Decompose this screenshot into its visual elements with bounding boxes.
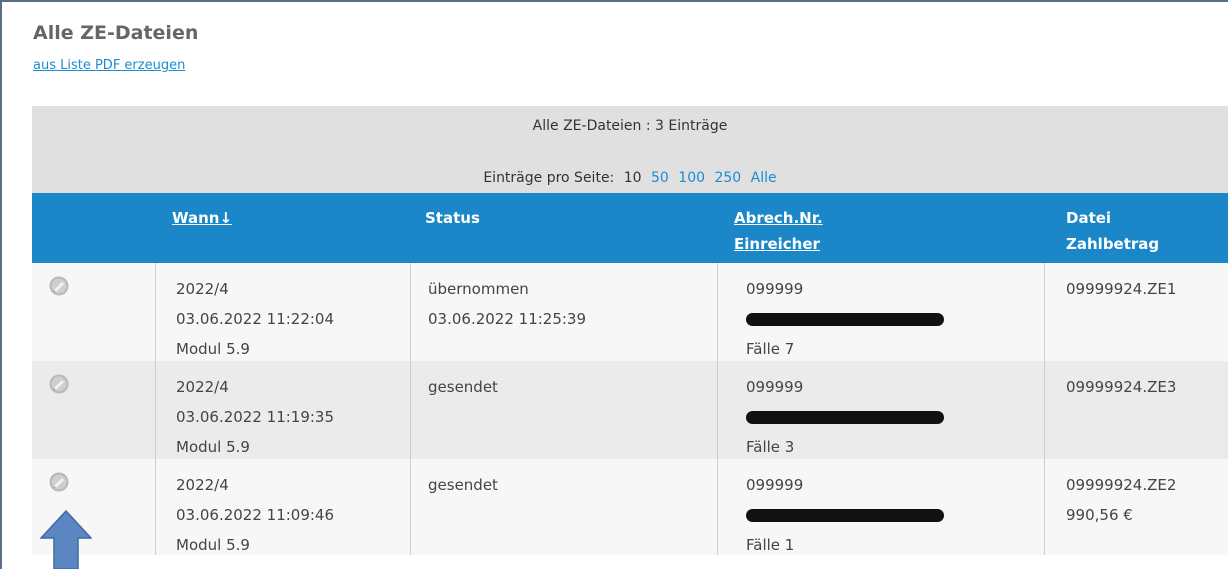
table-row: 2022/4 03.06.2022 11:19:35 Modul 5.9 ges…: [32, 361, 1228, 459]
cases-text: Fälle 7: [746, 340, 795, 358]
sort-einreicher-link[interactable]: Einreicher: [734, 235, 820, 253]
column-header-abrech: Abrech.Nr. Einreicher: [734, 205, 823, 257]
cell-status: gesendet: [428, 372, 498, 402]
window-left-border: [0, 0, 2, 569]
status-datetime: 03.06.2022 11:25:39: [428, 310, 587, 328]
status-text: gesendet: [428, 378, 498, 396]
list-summary-panel: Alle ZE-Dateien : 3 Einträge Einträge pr…: [32, 106, 1228, 193]
create-pdf-link[interactable]: aus Liste PDF erzeugen: [33, 58, 185, 73]
up-arrow-icon: [40, 510, 92, 569]
status-text: übernommen: [428, 280, 529, 298]
column-header-datei-label: Datei: [1066, 209, 1112, 227]
column-header-status: Status: [425, 209, 480, 227]
per-page-option-10: 10: [623, 170, 642, 186]
sort-wann-link[interactable]: Wann↓: [172, 209, 232, 227]
cell-datei: 09999924.ZE3: [1066, 372, 1176, 402]
cell-abrech: 099999 Fälle 3: [746, 372, 944, 462]
list-summary-title: Alle ZE-Dateien : 3 Einträge: [532, 118, 728, 134]
redacted-einreicher: [746, 411, 944, 424]
edit-pencil-disabled-icon[interactable]: [49, 472, 69, 492]
period-text: 2022/4: [176, 280, 229, 298]
edit-pencil-disabled-icon[interactable]: [49, 374, 69, 394]
cell-wann: 2022/4 03.06.2022 11:19:35 Modul 5.9: [176, 372, 334, 462]
page-title: Alle ZE-Dateien: [33, 22, 199, 44]
table-row: 2022/4 03.06.2022 11:22:04 Modul 5.9 übe…: [32, 263, 1228, 361]
per-page-option-all[interactable]: Alle: [751, 170, 777, 186]
cell-wann: 2022/4 03.06.2022 11:09:46 Modul 5.9: [176, 470, 334, 560]
cases-text: Fälle 3: [746, 438, 795, 456]
module-text: Modul 5.9: [176, 536, 250, 554]
column-header-wann: Wann↓: [172, 205, 232, 231]
per-page-option-100[interactable]: 100: [678, 170, 705, 186]
window-top-border: [0, 0, 1228, 2]
cell-datei: 09999924.ZE2 990,56 €: [1066, 470, 1176, 530]
cell-abrech: 099999 Fälle 1: [746, 470, 944, 560]
created-datetime: 03.06.2022 11:19:35: [176, 408, 335, 426]
module-text: Modul 5.9: [176, 438, 250, 456]
table-row: 2022/4 03.06.2022 11:09:46 Modul 5.9 ges…: [32, 459, 1228, 555]
table-header: Wann↓ Status Abrech.Nr. Einreicher Datei…: [32, 193, 1228, 263]
cell-abrech: 099999 Fälle 7: [746, 274, 944, 364]
column-header-zahlbetrag-label: Zahlbetrag: [1066, 235, 1160, 253]
abrech-nr-text: 099999: [746, 476, 804, 494]
module-text: Modul 5.9: [176, 340, 250, 358]
entries-per-page: Einträge pro Seite: 10 50 100 250 Alle: [32, 170, 1228, 186]
abrech-nr-text: 099999: [746, 378, 804, 396]
sort-abrech-nr-link[interactable]: Abrech.Nr.: [734, 209, 823, 227]
redacted-einreicher: [746, 313, 944, 326]
file-name: 09999924.ZE3: [1066, 378, 1177, 396]
file-name: 09999924.ZE2: [1066, 476, 1177, 494]
column-header-datei: Datei Zahlbetrag: [1066, 205, 1159, 257]
period-text: 2022/4: [176, 476, 229, 494]
amount-text: 990,56 €: [1066, 506, 1133, 524]
cell-wann: 2022/4 03.06.2022 11:22:04 Modul 5.9: [176, 274, 334, 364]
created-datetime: 03.06.2022 11:22:04: [176, 310, 335, 328]
entries-per-page-label: Einträge pro Seite:: [483, 170, 615, 186]
per-page-option-50[interactable]: 50: [651, 170, 669, 186]
period-text: 2022/4: [176, 378, 229, 396]
cell-status: übernommen 03.06.2022 11:25:39: [428, 274, 586, 334]
created-datetime: 03.06.2022 11:09:46: [176, 506, 335, 524]
cases-text: Fälle 1: [746, 536, 795, 554]
cell-datei: 09999924.ZE1: [1066, 274, 1176, 304]
edit-pencil-disabled-icon[interactable]: [49, 276, 69, 296]
redacted-einreicher: [746, 509, 944, 522]
status-text: gesendet: [428, 476, 498, 494]
file-name: 09999924.ZE1: [1066, 280, 1177, 298]
abrech-nr-text: 099999: [746, 280, 804, 298]
cell-status: gesendet: [428, 470, 498, 500]
per-page-option-250[interactable]: 250: [714, 170, 741, 186]
